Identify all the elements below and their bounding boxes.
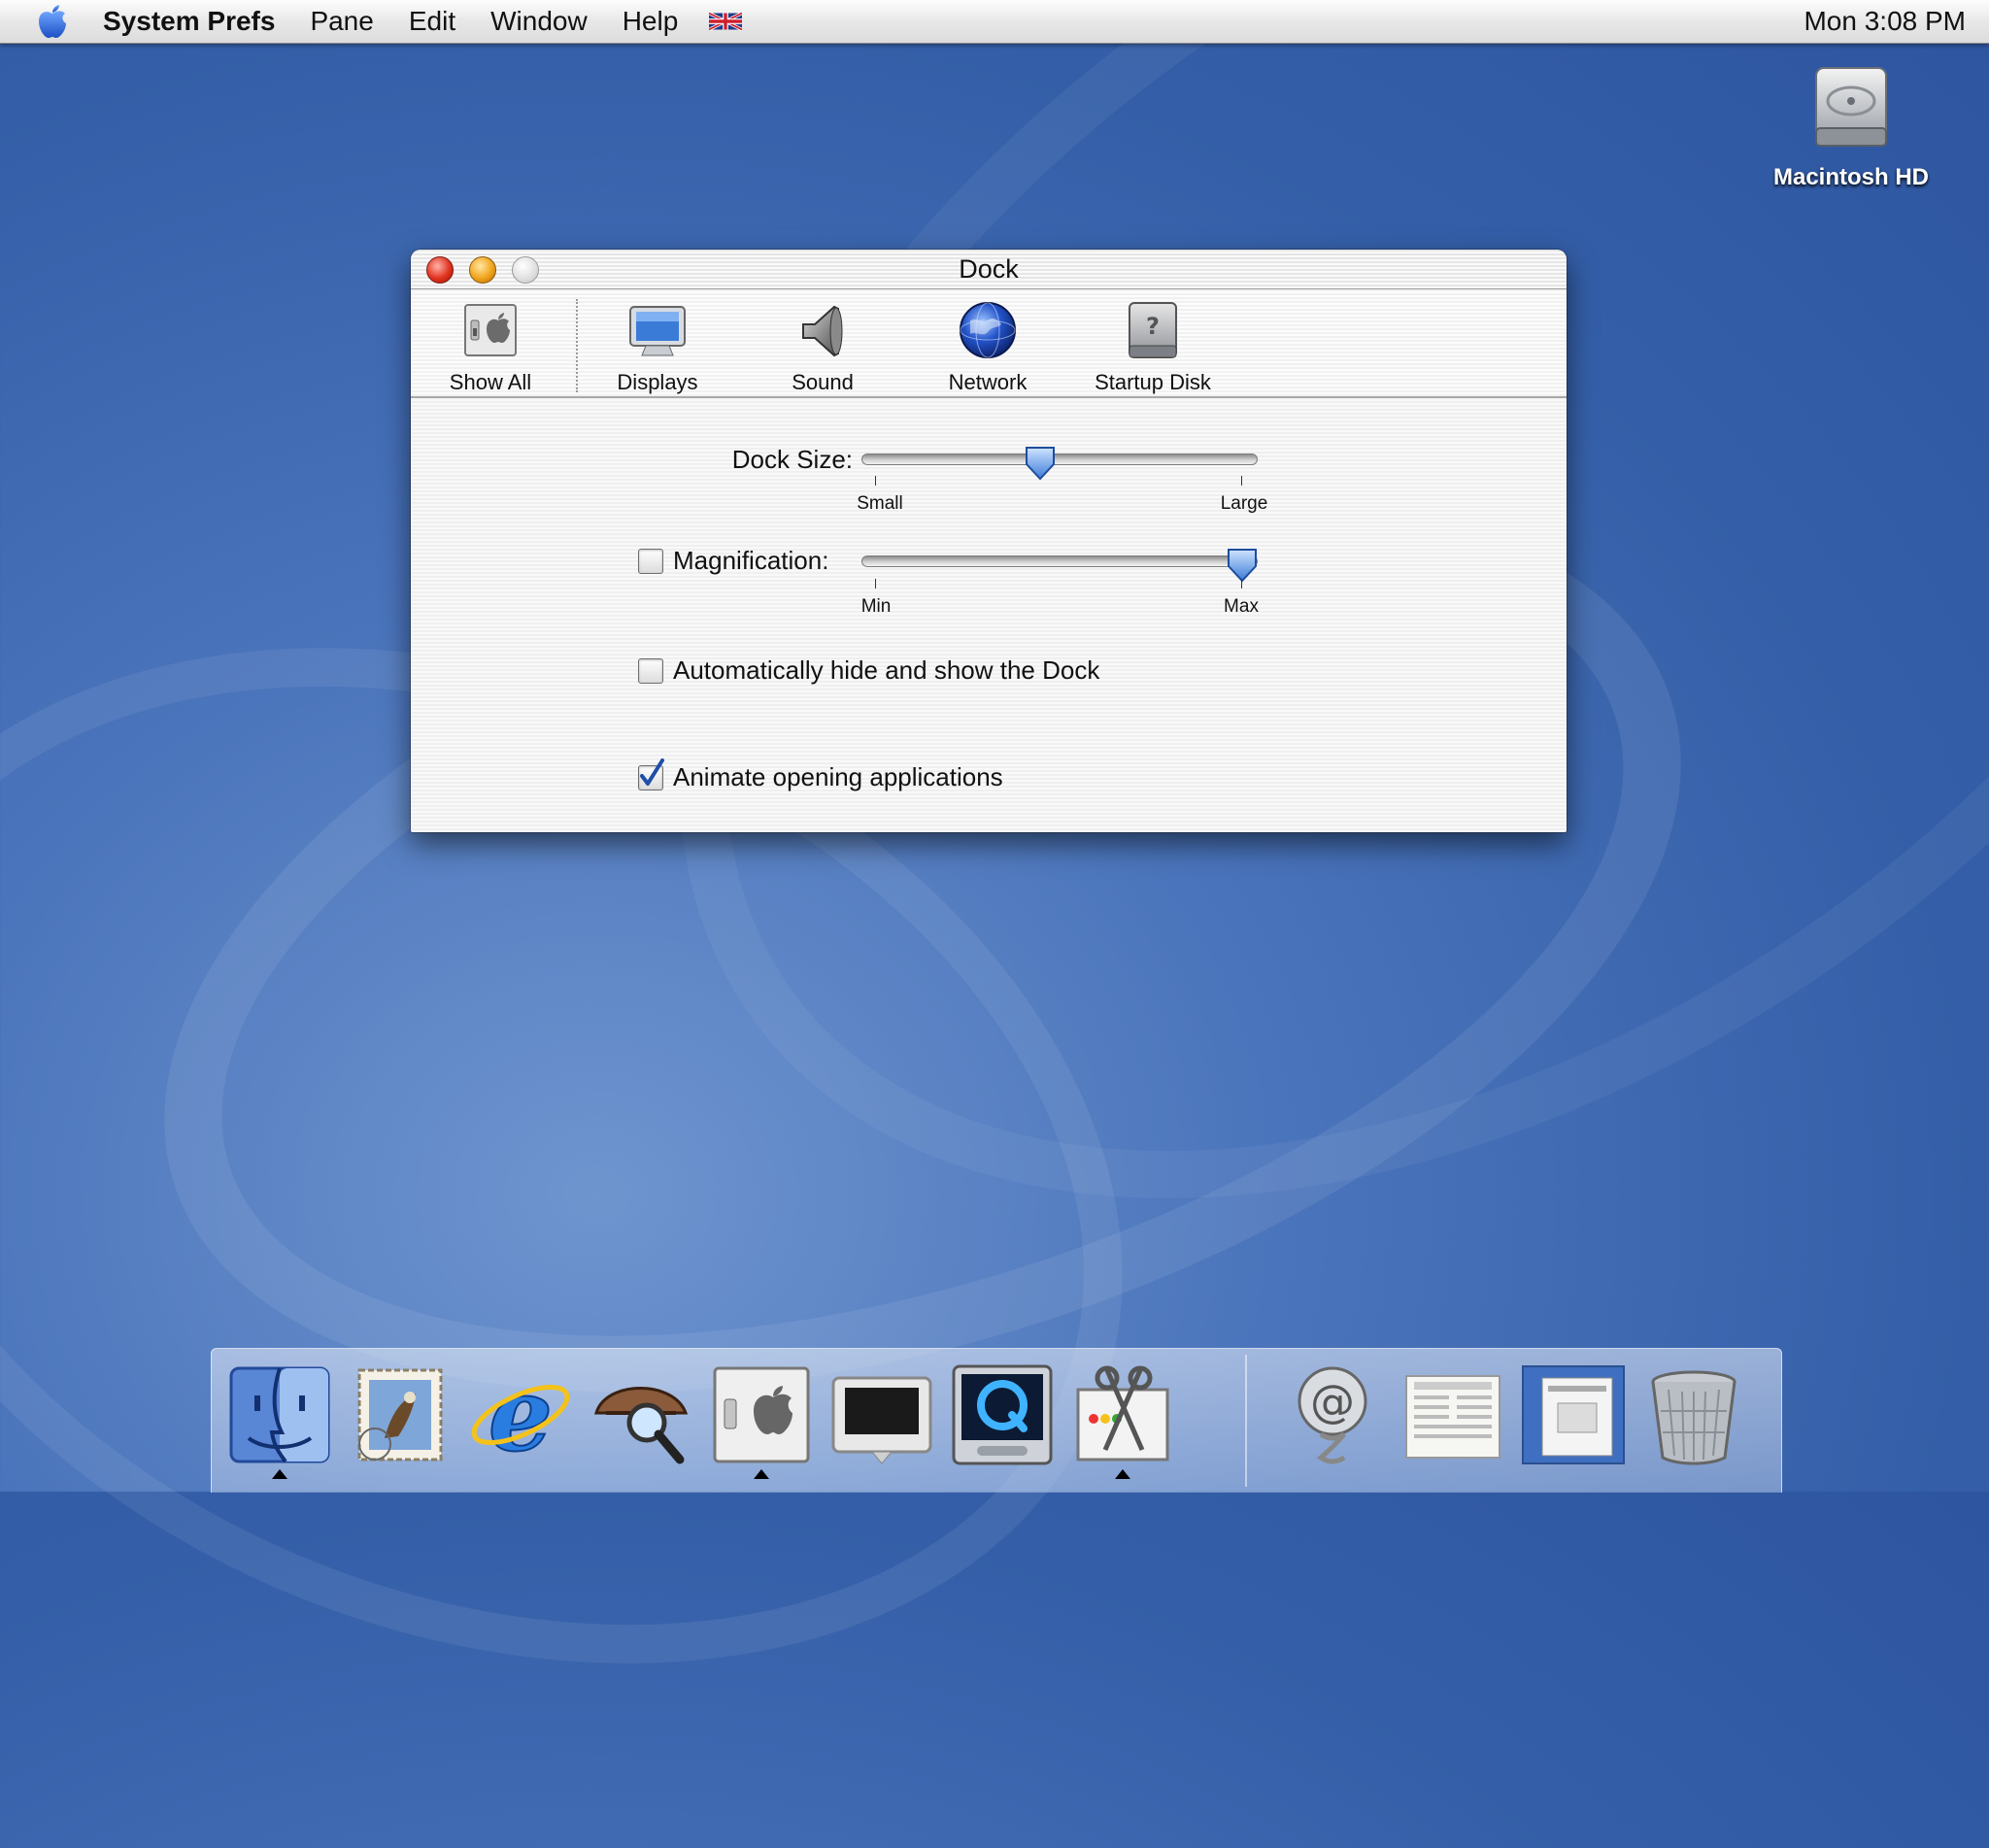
network-icon <box>960 302 1016 358</box>
dock-minimized-window[interactable] <box>1515 1357 1632 1473</box>
dock-grab[interactable] <box>1064 1357 1181 1479</box>
magnification-label: Magnification: <box>673 546 829 575</box>
apple-menu-icon[interactable] <box>25 0 80 43</box>
dock-internet-connect[interactable]: @ <box>1274 1357 1391 1473</box>
menu-edit[interactable]: Edit <box>391 0 473 43</box>
menu-clock[interactable]: Mon 3:08 PM <box>1804 0 1966 43</box>
system-preferences-icon <box>713 1366 810 1463</box>
running-indicator <box>754 1469 769 1479</box>
sound-icon <box>802 305 843 357</box>
menu-bar: System Prefs Pane Edit Window Help Mon 3… <box>0 0 1989 44</box>
dock-system-preferences[interactable] <box>703 1357 820 1479</box>
trash-icon <box>1651 1370 1736 1465</box>
internet-at-icon: @ <box>1298 1366 1367 1464</box>
toolbar-label: Network <box>948 370 1028 394</box>
toolbar-startup-disk[interactable]: ? Startup Disk <box>1080 299 1226 395</box>
toolbar-show-all[interactable]: Show All <box>418 299 563 395</box>
dock-trash[interactable] <box>1635 1357 1752 1473</box>
toolbar-label: Show All <box>449 370 532 394</box>
internet-explorer-icon: e <box>471 1361 570 1469</box>
toolbar-label: Startup Disk <box>1095 370 1211 394</box>
magnification-checkbox[interactable] <box>638 549 663 574</box>
dock-preferences-window: Dock Show All Displays Sound Network ? S… <box>411 250 1567 832</box>
sherlock-icon <box>593 1387 689 1464</box>
hard-drive-icon <box>1815 67 1887 147</box>
slider-tick <box>875 476 876 486</box>
dock-monitor[interactable] <box>824 1357 940 1473</box>
dock-internet-explorer[interactable]: e <box>462 1357 579 1473</box>
toolbar-label: Displays <box>617 370 698 394</box>
toolbar-separator <box>576 299 578 392</box>
menu-pane[interactable]: Pane <box>292 0 390 43</box>
menu-help[interactable]: Help <box>605 0 696 43</box>
document-icon <box>1405 1375 1500 1459</box>
keyboard-layout-flag-icon[interactable] <box>709 11 743 32</box>
svg-text:?: ? <box>1146 313 1160 340</box>
minimized-window-icon <box>1522 1365 1625 1464</box>
mail-icon <box>357 1368 443 1462</box>
magnification-min-label: Min <box>860 596 892 617</box>
animate-checkbox[interactable] <box>638 758 664 790</box>
displays-icon <box>629 306 686 356</box>
running-indicator <box>272 1469 287 1479</box>
quicktime-icon <box>952 1364 1053 1465</box>
dock-document[interactable] <box>1395 1357 1511 1473</box>
checkmark-icon <box>640 758 664 786</box>
magnification-slider-thumb[interactable] <box>1226 547 1259 584</box>
slider-tick <box>875 579 876 588</box>
magnification-slider-track[interactable] <box>861 555 1258 567</box>
toolbar-network[interactable]: Network <box>915 299 1061 395</box>
autohide-label: Automatically hide and show the Dock <box>673 655 1100 685</box>
preferences-toolbar: Show All Displays Sound Network ? Startu… <box>411 289 1567 398</box>
dock-size-slider-track[interactable] <box>861 454 1258 465</box>
dock-mail[interactable] <box>342 1357 458 1473</box>
dock-quicktime[interactable] <box>944 1357 1061 1473</box>
show-all-icon <box>464 304 517 356</box>
desktop-icon-label: Macintosh HD <box>1772 164 1929 190</box>
dock-settings-panel: Dock Size: Small Large Magnification: Mi… <box>411 398 1567 832</box>
autohide-checkbox[interactable] <box>638 658 663 684</box>
toolbar-displays[interactable]: Displays <box>585 299 730 395</box>
dock-finder[interactable] <box>221 1357 338 1479</box>
slider-tick <box>1241 579 1242 588</box>
desktop-icon-macintosh-hd[interactable]: Macintosh HD <box>1754 62 1948 191</box>
toolbar-label: Sound <box>792 370 854 394</box>
window-title: Dock <box>959 254 1019 284</box>
magnification-max-label: Max <box>1224 596 1259 617</box>
dock-sherlock[interactable] <box>583 1357 699 1473</box>
menu-window[interactable]: Window <box>473 0 605 43</box>
animate-label: Animate opening applications <box>673 762 1003 791</box>
dock-size-min-label: Small <box>857 493 903 514</box>
svg-text:e: e <box>489 1361 553 1469</box>
dock-size-slider-thumb[interactable] <box>1024 445 1057 482</box>
grab-scissors-icon <box>1076 1365 1169 1462</box>
finder-icon <box>229 1366 330 1463</box>
slider-tick <box>1241 476 1242 486</box>
svg-text:@: @ <box>1310 1375 1355 1428</box>
window-title-bar[interactable]: Dock <box>411 250 1567 289</box>
running-indicator <box>1115 1469 1130 1479</box>
dock-size-label: Dock Size: <box>731 445 853 474</box>
menu-app-name[interactable]: System Prefs <box>80 0 292 43</box>
dock-separator <box>1245 1355 1247 1487</box>
dock-size-max-label: Large <box>1220 493 1268 514</box>
startup-disk-icon: ? <box>1129 302 1177 358</box>
dock: e @ <box>211 1348 1782 1493</box>
monitor-icon <box>831 1376 932 1464</box>
toolbar-sound[interactable]: Sound <box>750 299 895 395</box>
